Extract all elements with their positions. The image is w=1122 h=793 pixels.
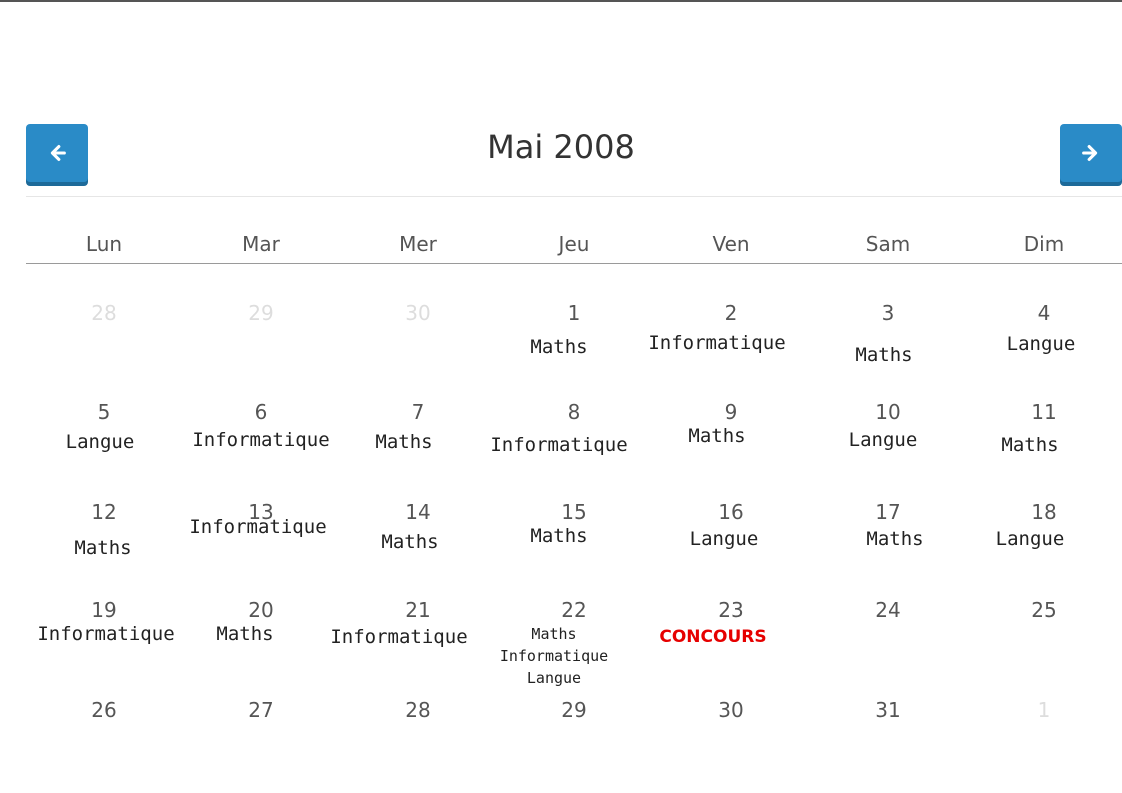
day-number[interactable]: 1 — [966, 697, 1122, 723]
day-number[interactable]: 30 — [653, 697, 809, 723]
day-number[interactable]: 31 — [810, 697, 966, 723]
course-event: Maths — [531, 625, 577, 643]
day-number[interactable]: 8 — [496, 399, 652, 425]
course-event: Informatique — [648, 332, 786, 354]
weekday-divider — [26, 263, 1122, 264]
course-event: Informatique — [330, 626, 468, 648]
day-number[interactable]: 10 — [810, 399, 966, 425]
weekday-header: Ven — [712, 232, 750, 256]
day-number[interactable]: 29 — [496, 697, 652, 723]
weekday-header: Lun — [85, 232, 123, 256]
day-number[interactable]: 4 — [966, 300, 1122, 326]
course-event: Informatique — [192, 429, 330, 451]
day-number[interactable]: 18 — [966, 499, 1122, 525]
day-number[interactable]: 30 — [340, 300, 496, 326]
next-month-button[interactable] — [1060, 124, 1122, 182]
day-number[interactable]: 28 — [26, 300, 182, 326]
day-number[interactable]: 23 — [653, 597, 809, 623]
course-event: Langue — [1006, 333, 1076, 355]
course-event: Maths — [866, 528, 924, 550]
weekday-header: Sam — [865, 232, 911, 256]
day-number[interactable]: 21 — [340, 597, 496, 623]
day-number[interactable]: 16 — [653, 499, 809, 525]
course-event: Informatique — [189, 516, 327, 538]
day-number[interactable]: 5 — [26, 399, 182, 425]
day-number[interactable]: 29 — [183, 300, 339, 326]
day-number[interactable]: 6 — [183, 399, 339, 425]
weekday-header: Mar — [242, 232, 280, 256]
course-event: Informatique — [499, 647, 609, 665]
day-number[interactable]: 24 — [810, 597, 966, 623]
day-number[interactable]: 22 — [496, 597, 652, 623]
day-number[interactable]: 19 — [26, 597, 182, 623]
weekday-header: Dim — [1023, 232, 1065, 256]
day-number[interactable]: 11 — [966, 399, 1122, 425]
day-number[interactable]: 17 — [810, 499, 966, 525]
day-number[interactable]: 12 — [26, 499, 182, 525]
course-event: Langue — [848, 429, 918, 451]
course-event: Maths — [381, 531, 439, 553]
month-title: Mai 2008 — [487, 128, 635, 166]
course-event: Langue — [995, 528, 1065, 550]
weekday-header: Mer — [399, 232, 437, 256]
day-number[interactable]: 9 — [653, 399, 809, 425]
day-number[interactable]: 2 — [653, 300, 809, 326]
course-event: Maths — [530, 525, 588, 547]
course-event: Maths — [688, 425, 746, 447]
day-number[interactable]: 1 — [496, 300, 652, 326]
day-number[interactable]: 15 — [496, 499, 652, 525]
course-event: Maths — [216, 623, 274, 645]
day-number[interactable]: 28 — [340, 697, 496, 723]
course-event: Maths — [74, 537, 132, 559]
arrow-right-icon — [1082, 145, 1098, 161]
course-event: Maths — [855, 344, 913, 366]
weekday-header: Jeu — [558, 232, 590, 256]
day-number[interactable]: 20 — [183, 597, 339, 623]
exam-event: CONCOURS — [659, 627, 767, 647]
day-number[interactable]: 3 — [810, 300, 966, 326]
day-number[interactable]: 26 — [26, 697, 182, 723]
window-top-border — [0, 0, 1122, 2]
course-event: Informatique — [37, 623, 175, 645]
course-event: Maths — [375, 431, 433, 453]
course-event: Informatique — [490, 434, 628, 456]
day-number[interactable]: 25 — [966, 597, 1122, 623]
course-event: Langue — [65, 431, 135, 453]
course-event: Langue — [689, 528, 759, 550]
header-divider — [26, 196, 1122, 197]
day-number[interactable]: 7 — [340, 399, 496, 425]
course-event: Langue — [526, 669, 582, 687]
course-event: Maths — [1001, 434, 1059, 456]
day-number[interactable]: 14 — [340, 499, 496, 525]
course-event: Maths — [530, 336, 588, 358]
day-number[interactable]: 27 — [183, 697, 339, 723]
